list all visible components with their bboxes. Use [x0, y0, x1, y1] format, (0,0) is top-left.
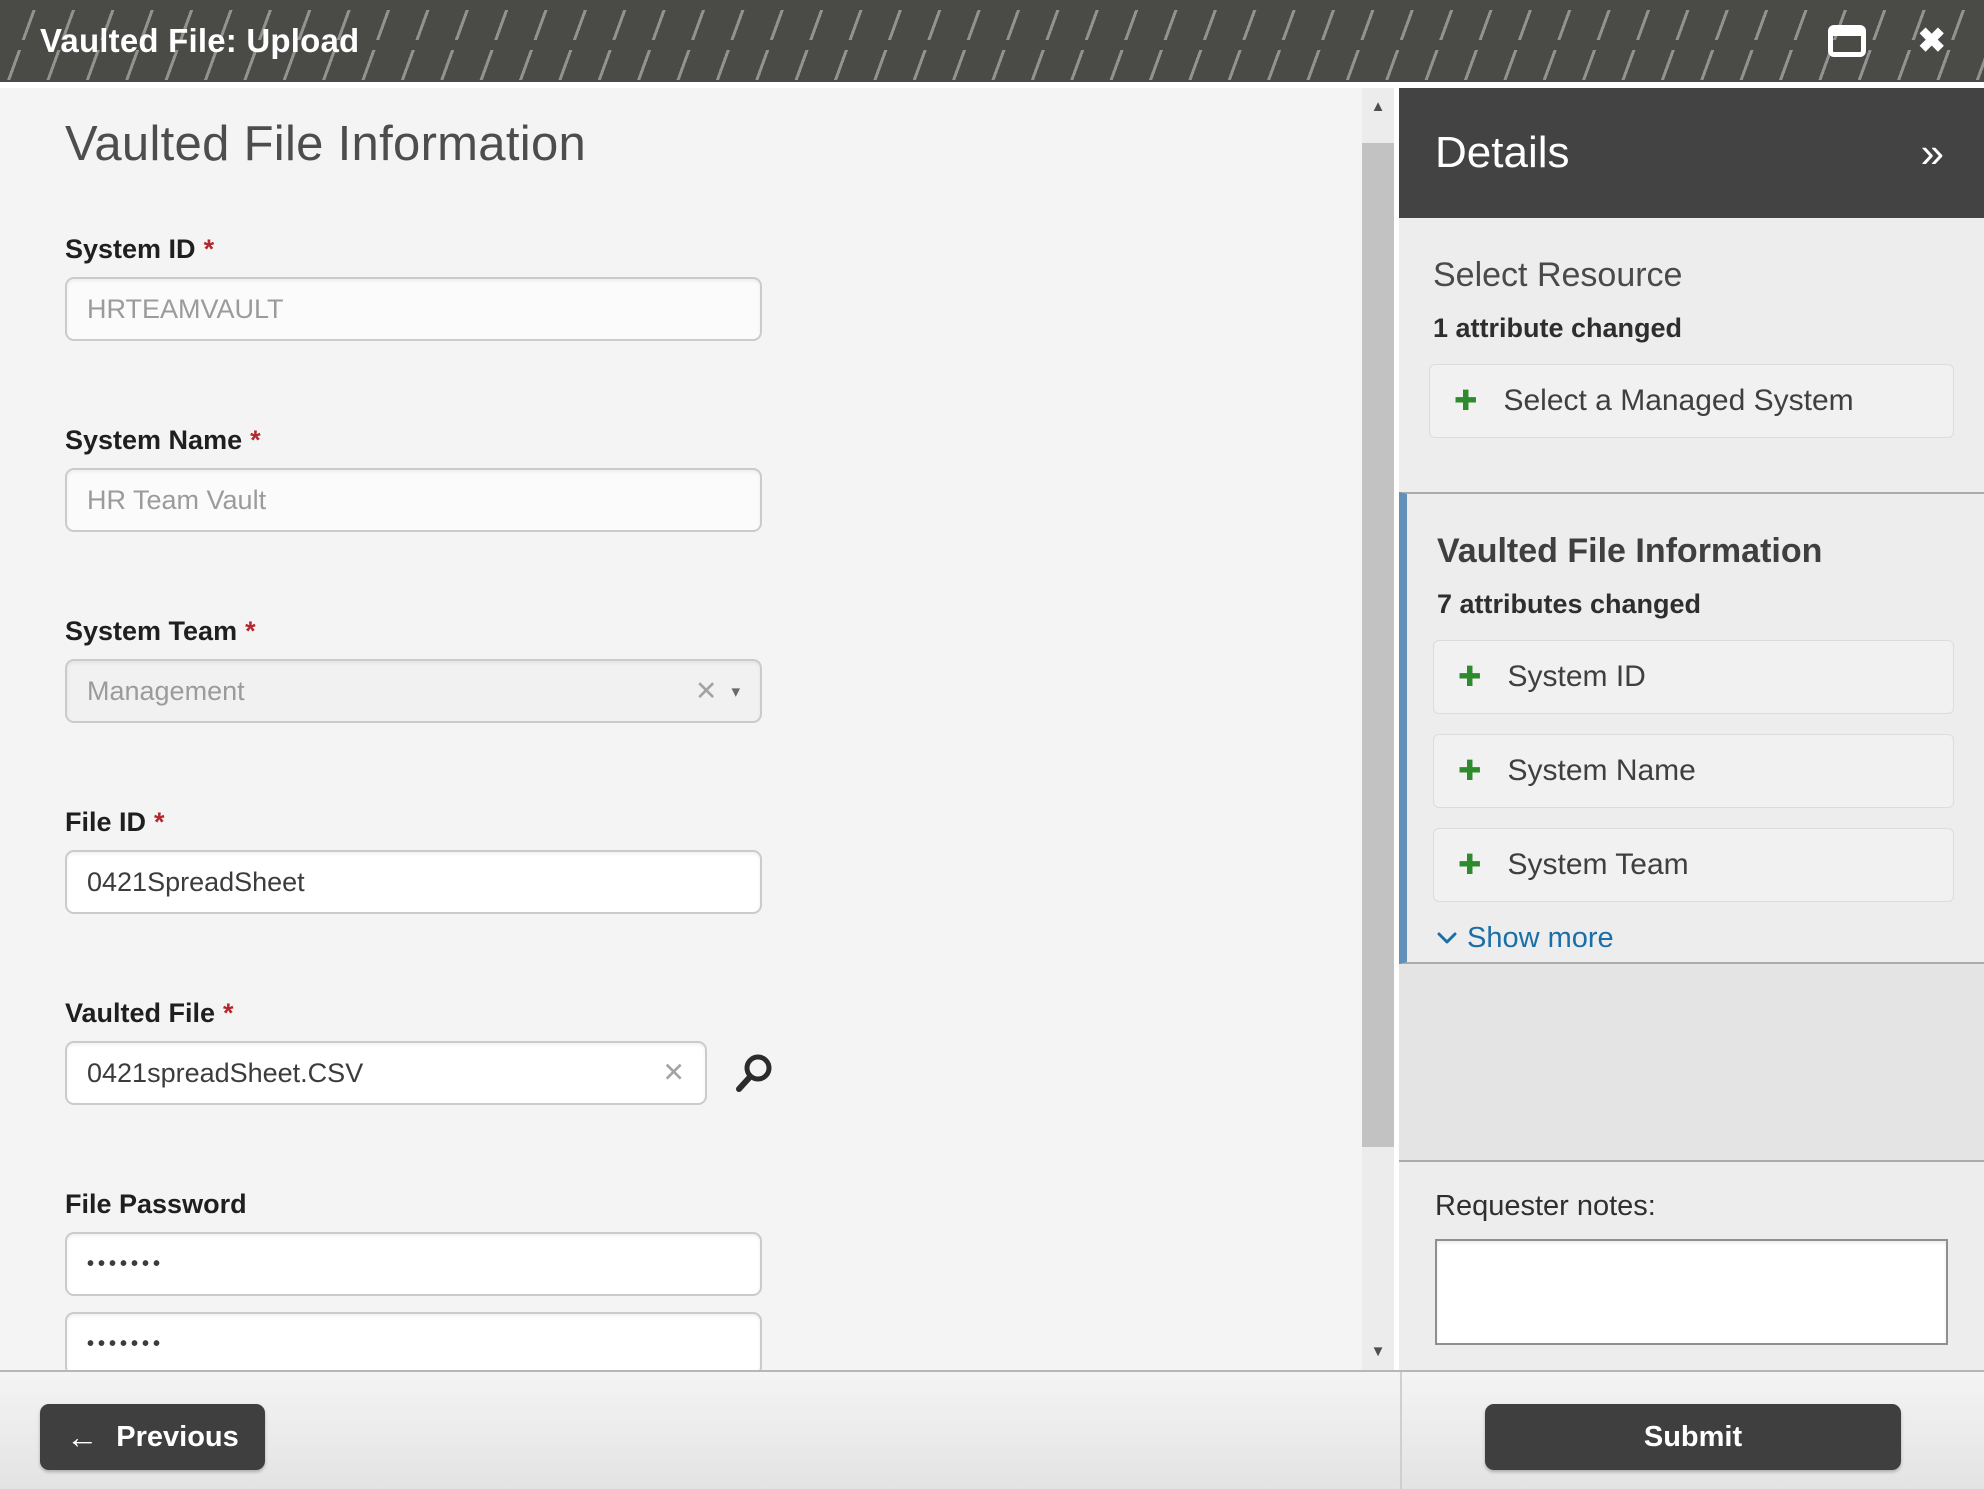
file-password-confirm-input[interactable] [65, 1312, 762, 1370]
clear-icon[interactable]: ✕ [662, 1060, 685, 1087]
vaulted-file-upload-window: Vaulted File: Upload ✖ Vaulted File Info… [0, 0, 1984, 1489]
previous-button-label: Previous [116, 1421, 239, 1454]
attr-card-system-team[interactable]: ✚ System Team [1433, 828, 1954, 902]
file-password-label: File Password [65, 1189, 1362, 1220]
clear-icon[interactable]: ✕ [695, 678, 718, 705]
main-form-panel: Vaulted File Information System ID * Syst… [0, 88, 1362, 1370]
changed-count: 7 attributes changed [1437, 589, 1954, 620]
requester-notes-label: Requester notes: [1435, 1190, 1948, 1223]
vertical-scrollbar[interactable]: ▲ ▼ [1362, 88, 1394, 1370]
file-password-input[interactable] [65, 1232, 762, 1296]
maximize-icon [1828, 25, 1866, 57]
required-marker: * [154, 807, 165, 837]
section-select-resource: Select Resource 1 attribute changed ✚ Se… [1399, 218, 1984, 492]
vaulted-file-input-wrap: ✕ [65, 1041, 707, 1105]
attr-label: System Name [1507, 754, 1695, 788]
details-title: Details [1435, 128, 1570, 178]
section-vaulted-file-information: Vaulted File Information 7 attributes ch… [1399, 492, 1984, 964]
back-arrow-icon: ← [66, 1421, 98, 1453]
show-more-link[interactable]: Show more [1437, 922, 1954, 955]
label-text: System Name [65, 425, 242, 455]
requester-notes-panel: Requester notes: [1399, 1160, 1984, 1370]
file-id-label: File ID * [65, 807, 1362, 838]
system-id-input[interactable] [65, 277, 762, 341]
details-sidebar: Details » Select Resource 1 attribute ch… [1399, 88, 1984, 1370]
required-marker: * [250, 425, 261, 455]
search-icon[interactable] [733, 1052, 775, 1094]
required-marker: * [223, 998, 234, 1028]
system-name-label: System Name * [65, 425, 1362, 456]
combo-controls: ✕ ▾ [695, 678, 740, 705]
plus-icon: ✚ [1454, 387, 1477, 415]
field-system-name: System Name * [65, 425, 1362, 532]
details-header: Details » [1399, 88, 1984, 218]
plus-icon: ✚ [1458, 851, 1481, 879]
attr-label: Select a Managed System [1503, 384, 1853, 418]
attr-card-system-id[interactable]: ✚ System ID [1433, 640, 1954, 714]
scroll-down-icon[interactable]: ▼ [1362, 1343, 1394, 1360]
system-name-input[interactable] [65, 468, 762, 532]
required-marker: * [204, 234, 215, 264]
previous-button[interactable]: ← Previous [40, 1404, 265, 1470]
submit-button-label: Submit [1644, 1421, 1742, 1454]
system-id-label: System ID * [65, 234, 1362, 265]
file-id-input[interactable] [65, 850, 762, 914]
plus-icon: ✚ [1458, 663, 1481, 691]
field-system-team: System Team * Management ✕ ▾ [65, 616, 1362, 723]
system-team-value: Management [87, 676, 245, 707]
chevron-down-icon [1437, 932, 1457, 945]
label-text: System Team [65, 616, 237, 646]
section-heading: Select Resource [1433, 256, 1954, 295]
show-more-label: Show more [1467, 922, 1614, 955]
vaulted-file-row: ✕ [65, 1041, 1362, 1105]
caret-down-icon[interactable]: ▾ [731, 683, 740, 700]
attr-card-system-name[interactable]: ✚ System Name [1433, 734, 1954, 808]
label-text: System ID [65, 234, 196, 264]
changed-count: 1 attribute changed [1433, 313, 1954, 344]
label-text: File ID [65, 807, 146, 837]
scrollbar-thumb[interactable] [1362, 143, 1394, 1147]
section-heading: Vaulted File Information [1437, 532, 1954, 571]
close-button[interactable]: ✖ [1918, 24, 1947, 58]
footer-left: ← Previous [0, 1372, 1400, 1489]
vaulted-file-label: Vaulted File * [65, 998, 1362, 1029]
collapse-panel-icon[interactable]: » [1921, 132, 1944, 174]
window-controls: ✖ [1828, 24, 1947, 58]
system-team-label: System Team * [65, 616, 1362, 647]
label-text: File Password [65, 1189, 247, 1219]
attr-label: System ID [1507, 660, 1645, 694]
plus-icon: ✚ [1458, 757, 1481, 785]
attr-card-select-managed-system[interactable]: ✚ Select a Managed System [1429, 364, 1954, 438]
attr-label: System Team [1507, 848, 1688, 882]
requester-notes-textarea[interactable] [1435, 1239, 1948, 1345]
window-body: Vaulted File Information System ID * Syst… [0, 88, 1984, 1370]
field-system-id: System ID * [65, 234, 1362, 341]
sidebar-spacer [1399, 964, 1984, 1160]
scroll-up-icon[interactable]: ▲ [1362, 98, 1394, 115]
required-marker: * [245, 616, 256, 646]
field-vaulted-file: Vaulted File * ✕ [65, 998, 1362, 1105]
field-file-id: File ID * [65, 807, 1362, 914]
submit-button[interactable]: Submit [1485, 1404, 1901, 1470]
window-title: Vaulted File: Upload [40, 22, 359, 60]
window-titlebar: Vaulted File: Upload ✖ [0, 0, 1984, 82]
maximize-button[interactable] [1828, 25, 1866, 57]
close-icon: ✖ [1918, 24, 1947, 58]
field-file-password: File Password [65, 1189, 1362, 1370]
vaulted-file-input[interactable] [65, 1041, 707, 1105]
page-title: Vaulted File Information [65, 116, 1362, 172]
system-team-combobox[interactable]: Management ✕ ▾ [65, 659, 762, 723]
footer-right: Submit [1400, 1372, 1984, 1489]
footer-bar: ← Previous Submit [0, 1370, 1984, 1489]
label-text: Vaulted File [65, 998, 215, 1028]
